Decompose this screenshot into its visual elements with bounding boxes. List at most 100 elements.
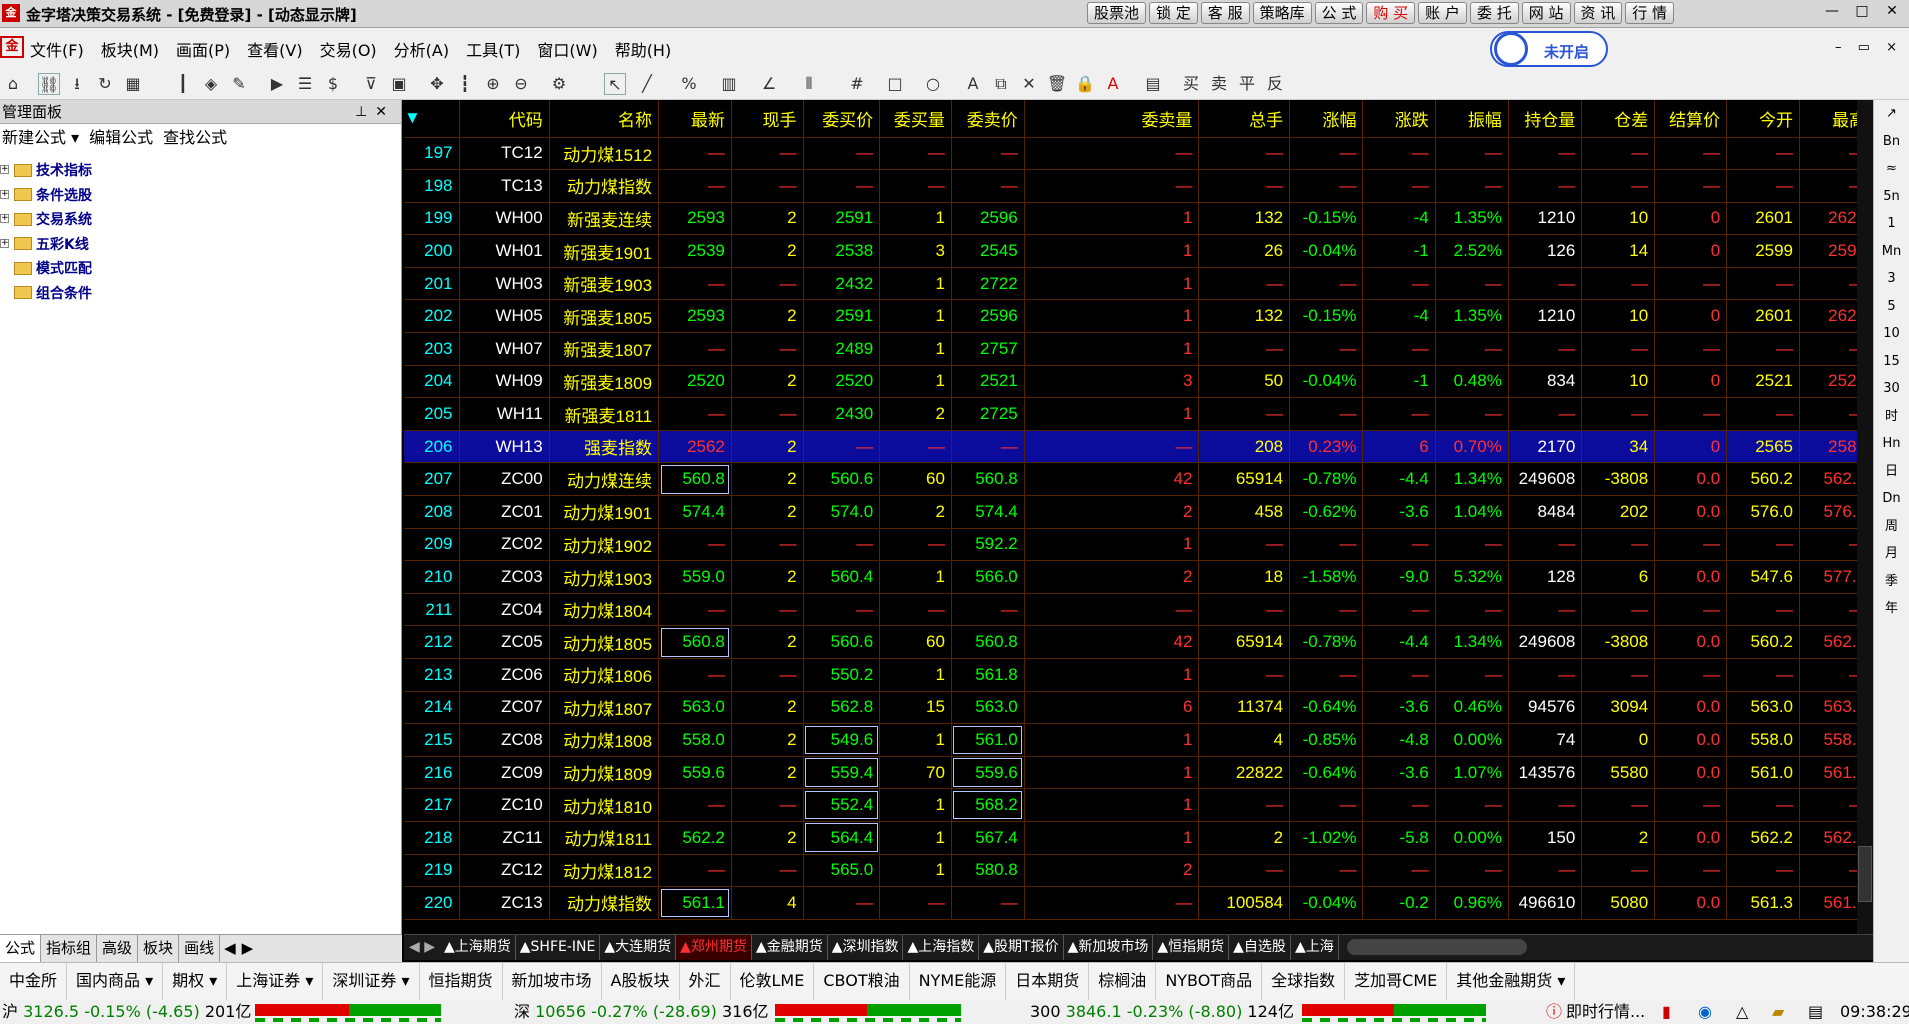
save-icon[interactable]: ▤ bbox=[1142, 73, 1164, 95]
lock-icon[interactable]: 🔒 bbox=[1074, 73, 1096, 95]
buy-icon[interactable]: 买 bbox=[1180, 73, 1202, 95]
top-button-8[interactable]: 网 站 bbox=[1521, 2, 1571, 24]
minimize-icon[interactable]: — bbox=[1819, 0, 1845, 22]
table-row[interactable]: 210 ZC03 动力煤1903 559.0 2 560.4 1 566.0 2 18 -1.58%… bbox=[404, 560, 1873, 594]
table-row[interactable]: 201WH03新强麦1903——2432127221————————— bbox=[404, 267, 1873, 301]
calc-icon[interactable]: ▣ bbox=[388, 73, 410, 95]
horizontal-scrollbar[interactable] bbox=[1346, 939, 1527, 955]
menu-item-1[interactable]: 板块(M) bbox=[101, 37, 159, 61]
tab-scroll-arrows[interactable]: ◀▶ bbox=[224, 935, 259, 962]
sheet-tab-8[interactable]: ▲新加坡市场 bbox=[1064, 935, 1154, 960]
column-header[interactable]: 持仓量 bbox=[1508, 100, 1583, 138]
list-icon[interactable]: ☰ bbox=[294, 73, 316, 95]
top-button-0[interactable]: 股票池 bbox=[1087, 2, 1147, 24]
bell-icon[interactable]: △ bbox=[1736, 1000, 1748, 1024]
market-tab-7[interactable]: A股板块 bbox=[602, 963, 680, 1000]
menu-item-0[interactable]: 文件(F) bbox=[30, 37, 84, 61]
table-row[interactable]: 199 WH00 新强麦连续 2593 2 2591 1 2596 1 132 -0.15% -4 1.… bbox=[404, 202, 1873, 236]
ellipse-icon[interactable]: ○ bbox=[922, 73, 944, 95]
delete-icon[interactable]: ✕ bbox=[1018, 73, 1040, 95]
trash-icon[interactable]: 🗑 bbox=[1046, 73, 1068, 95]
market-tab-13[interactable]: 棕榈油 bbox=[1089, 963, 1157, 1000]
market-tab-10[interactable]: CBOT粮油 bbox=[814, 963, 910, 1000]
column-header[interactable]: 代码 bbox=[459, 100, 550, 138]
tree-item[interactable]: 组合条件 bbox=[0, 281, 401, 306]
market-tab-0[interactable]: 中金所 bbox=[0, 963, 68, 1000]
expand-icon[interactable]: + bbox=[0, 165, 9, 174]
column-header[interactable]: 名称 bbox=[549, 100, 660, 138]
font-color-icon[interactable]: A bbox=[1102, 73, 1124, 95]
period-button-15[interactable]: 周 bbox=[1874, 513, 1909, 541]
calendar-icon[interactable]: ▤ bbox=[1808, 1000, 1823, 1024]
formula-action-1[interactable]: 编辑公式 bbox=[89, 124, 153, 152]
close-icon[interactable]: ✕ bbox=[1879, 0, 1905, 22]
menu-item-8[interactable]: 帮助(H) bbox=[615, 37, 672, 61]
panel-tab-3[interactable]: 板块 bbox=[138, 935, 180, 962]
sheet-nav-arrows[interactable]: ◀ ▶ bbox=[404, 935, 440, 960]
hash-icon[interactable]: # bbox=[846, 73, 868, 95]
copy-icon[interactable]: ⧉ bbox=[990, 73, 1012, 95]
table-row[interactable]: 197TC12动力煤1512——————————————— bbox=[404, 137, 1873, 171]
market-tab-4[interactable]: 深圳证券 ▾ bbox=[323, 963, 420, 1000]
table-row[interactable]: 203WH07新强麦1807——2489127571————————— bbox=[404, 332, 1873, 366]
home-icon[interactable]: ⌂ bbox=[2, 73, 24, 95]
table-row[interactable]: 206 WH13 强麦指数 2562 2— — — —208 0.23% 6 0.70% 2170 34… bbox=[404, 430, 1873, 464]
tree-item[interactable]: + 交易系统 bbox=[0, 207, 401, 232]
period-button-13[interactable]: 日 bbox=[1874, 458, 1909, 486]
table-row[interactable]: 200 WH01 新强麦1901 2539 2 2538 3 2545 1 26 -0.04% -1 2… bbox=[404, 234, 1873, 268]
column-header[interactable]: 今开 bbox=[1726, 100, 1801, 138]
column-header[interactable]: 最新 bbox=[658, 100, 732, 138]
menu-item-3[interactable]: 查看(V) bbox=[247, 37, 302, 61]
table-row[interactable]: 220 ZC13 动力煤指数 561.1 4— — — —100584 -0.04% -0.2 0.… bbox=[404, 886, 1873, 920]
table-row[interactable]: 216 ZC09 动力煤1809 559.6 2 559.4 70 559.6 1 22822 -0… bbox=[404, 756, 1873, 790]
formula-action-0[interactable]: 新建公式 ▾ bbox=[2, 124, 79, 152]
zoom-in-icon[interactable]: ⊕ bbox=[482, 73, 504, 95]
settings-icon[interactable]: ⚙ bbox=[548, 73, 570, 95]
formula-action-2[interactable]: 查找公式 bbox=[163, 124, 227, 152]
period-button-11[interactable]: 时 bbox=[1874, 403, 1909, 431]
diamond-icon[interactable]: ◈ bbox=[200, 73, 222, 95]
period-button-3[interactable]: 5n bbox=[1874, 183, 1909, 211]
panel-tab-1[interactable]: 指标组 bbox=[41, 935, 98, 962]
column-header[interactable]: 仓差 bbox=[1581, 100, 1656, 138]
expand-icon[interactable]: + bbox=[0, 189, 9, 199]
app-menu-icon[interactable]: 金 bbox=[0, 36, 24, 58]
account-status-button[interactable]: 未开启 bbox=[1490, 31, 1608, 67]
period-button-5[interactable]: Mn bbox=[1874, 238, 1909, 266]
sheet-tab-2[interactable]: ▲大连期货 bbox=[600, 935, 677, 960]
column-header[interactable]: 结算价 bbox=[1654, 100, 1728, 138]
sheet-tab-5[interactable]: ▲深圳指数 bbox=[828, 935, 904, 960]
market-tab-3[interactable]: 上海证券 ▾ bbox=[227, 963, 324, 1000]
sheet-tab-7[interactable]: ▲股期T报价 bbox=[979, 935, 1064, 960]
panel-tab-4[interactable]: 画线 bbox=[179, 935, 221, 962]
reverse-icon[interactable]: 反 bbox=[1264, 73, 1286, 95]
top-button-10[interactable]: 行 情 bbox=[1625, 2, 1675, 24]
card-icon[interactable]: ▰ bbox=[1772, 1000, 1784, 1024]
column-header[interactable]: 涨跌 bbox=[1362, 100, 1436, 138]
period-button-12[interactable]: Hn bbox=[1874, 430, 1909, 458]
table-row[interactable]: 198TC13动力煤指数——————————————— bbox=[404, 169, 1873, 203]
download-icon[interactable]: ⭳ bbox=[66, 73, 88, 95]
table-row[interactable]: 205WH11新强麦1811——2430227251————————— bbox=[404, 397, 1873, 431]
parallel-icon[interactable]: ⫴ bbox=[798, 73, 820, 95]
zoom-out-icon[interactable]: ⊖ bbox=[510, 73, 532, 95]
table-row[interactable]: 204 WH09 新强麦1809 2520 2 2520 1 2521 3 50 -0.04% -1 0… bbox=[404, 365, 1873, 399]
top-button-5[interactable]: 购 买 bbox=[1366, 2, 1416, 24]
sell-icon[interactable]: 卖 bbox=[1208, 73, 1230, 95]
sheet-tab-6[interactable]: ▲上海指数 bbox=[903, 935, 980, 960]
angle-icon[interactable]: ∠ bbox=[758, 73, 780, 95]
news-ticker[interactable]: 即时行情... bbox=[1566, 1000, 1645, 1024]
market-tab-2[interactable]: 期权 ▾ bbox=[163, 963, 228, 1000]
table-row[interactable]: 212 ZC05 动力煤1805 560.8 2 560.6 60 560.8 42 65914-… bbox=[404, 625, 1873, 659]
table-row[interactable]: 211ZC04动力煤1804——————————————— bbox=[404, 593, 1873, 627]
percent-icon[interactable]: % bbox=[678, 73, 700, 95]
column-header[interactable]: 委买量 bbox=[879, 100, 952, 138]
text-icon[interactable]: A bbox=[962, 73, 984, 95]
sheet-tab-3[interactable]: ▲郑州期货 bbox=[676, 935, 752, 960]
edit-icon[interactable]: ✎ bbox=[228, 73, 250, 95]
close-position-icon[interactable]: 平 bbox=[1236, 73, 1258, 95]
table-row[interactable]: 207 ZC00 动力煤连续 560.8 2 560.6 60 560.8 42 65914 -0.… bbox=[404, 462, 1873, 497]
table-row[interactable]: 214 ZC07 动力煤1807 563.0 2 562.8 15 563.0 6 11374 -0… bbox=[404, 691, 1873, 725]
cylinder-icon[interactable]: ▮ bbox=[1662, 1000, 1671, 1024]
period-button-7[interactable]: 5 bbox=[1874, 293, 1909, 321]
